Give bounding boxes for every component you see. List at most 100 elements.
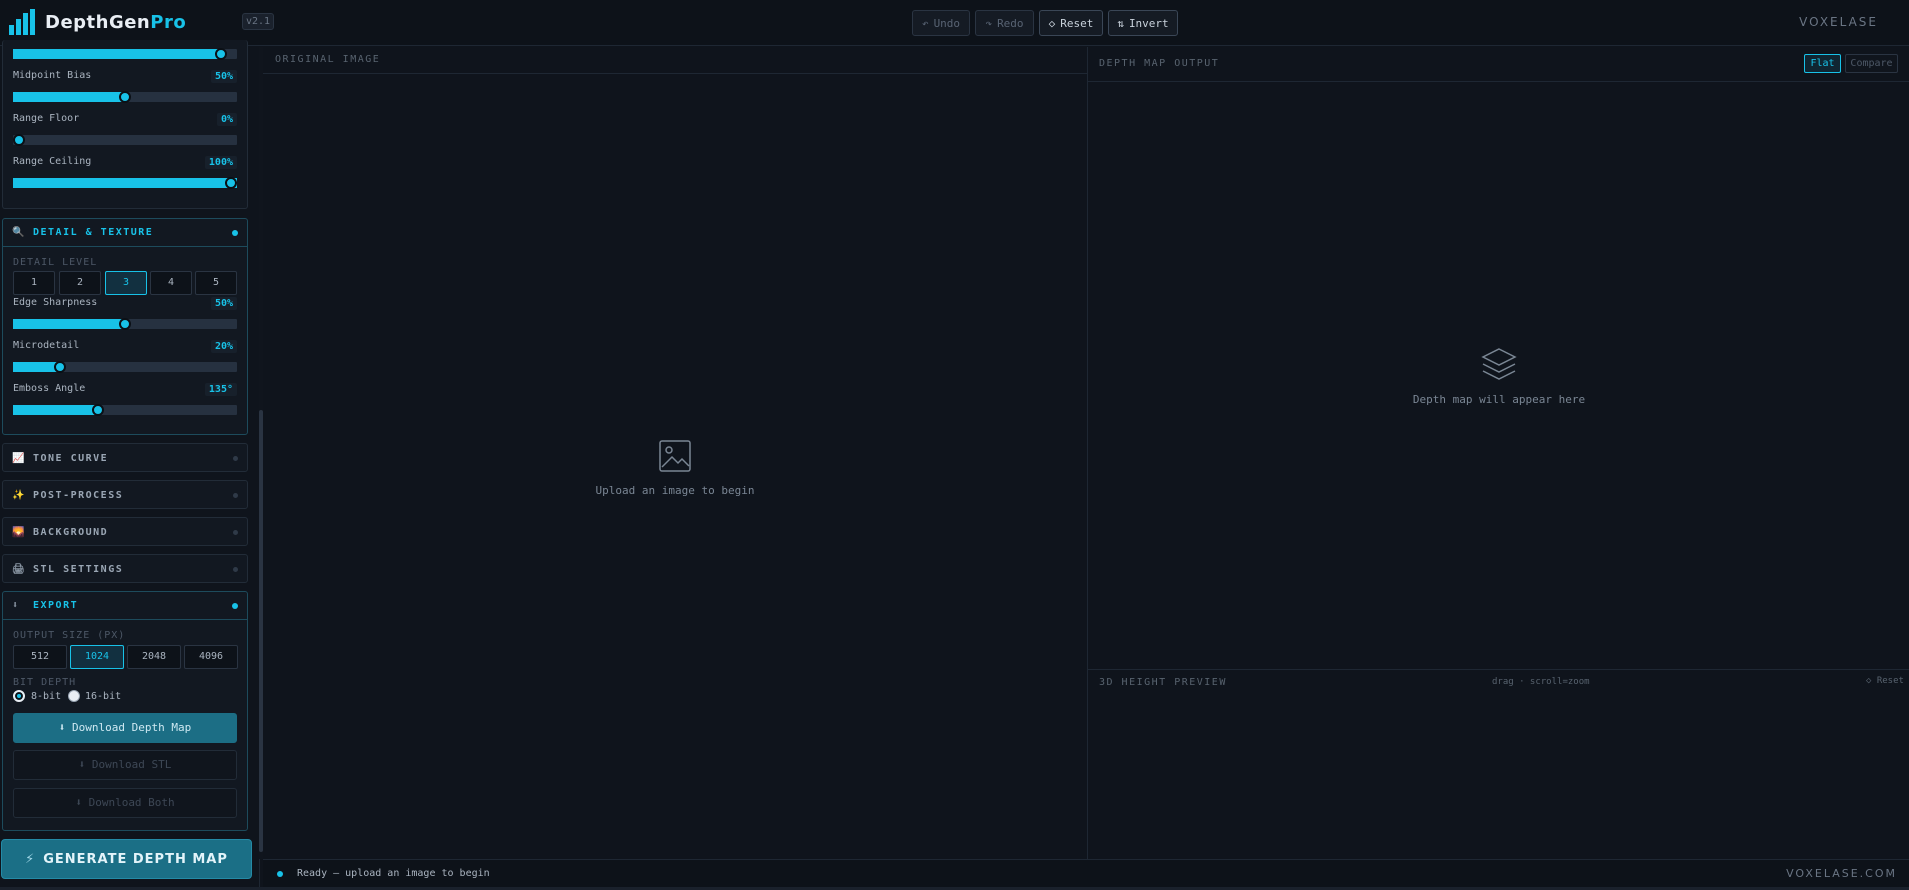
landscape-icon: 🌄 (12, 526, 26, 538)
status-bar: Ready — upload an image to begin VOXELAS… (263, 859, 1909, 887)
slider-fill (13, 405, 99, 415)
download-stl-label: Download STL (91, 758, 172, 771)
slider-fill (13, 319, 125, 329)
undo-button[interactable]: ↶ Undo (912, 10, 970, 36)
bit8-label[interactable]: 8-bit (31, 691, 61, 702)
slider-knob[interactable] (224, 177, 237, 189)
status-text: Ready — upload an image to begin (297, 868, 490, 879)
download-depth-map-label: Download Depth Map (72, 721, 192, 734)
preview-reset-button[interactable]: ◇ Reset (1866, 676, 1904, 686)
slider-fill (13, 178, 237, 188)
tone-curve-header[interactable]: 📈 TONE CURVE (3, 444, 247, 472)
generate-depth-map-button[interactable]: ⚡ GENERATE DEPTH MAP (1, 839, 252, 879)
size-512-option[interactable]: 512 (13, 645, 67, 669)
version-badge: v2.1 (242, 13, 274, 30)
curve-icon: 📈 (12, 452, 26, 464)
lightning-icon: ⚡ (25, 851, 36, 867)
range-ceiling-label: Range Ceiling (13, 156, 92, 167)
background-title: BACKGROUND (33, 526, 109, 538)
export-panel: ⬇ EXPORT OUTPUT SIZE (PX) 512 1024 2048 … (2, 591, 248, 831)
tone-curve-title: TONE CURVE (33, 452, 109, 464)
bit8-radio[interactable] (13, 690, 25, 702)
header-brand: VOXELASE (1799, 15, 1878, 29)
detail-level-3[interactable]: 3 (105, 271, 147, 295)
range-ceiling-slider[interactable] (13, 177, 237, 189)
bit16-label[interactable]: 16-bit (85, 691, 121, 702)
post-process-header[interactable]: ✨ POST-PROCESS (3, 481, 247, 509)
background-panel[interactable]: 🌄 BACKGROUND (2, 517, 248, 546)
download-both-button[interactable]: ⬇ Download Both (13, 788, 237, 818)
reset-icon: ◇ (1866, 676, 1872, 686)
emboss-angle-slider[interactable] (13, 404, 237, 416)
flat-view-button[interactable]: Flat (1804, 54, 1841, 73)
preview-hint: drag · scroll=zoom (1492, 677, 1590, 687)
top-partial-slider[interactable] (13, 48, 237, 60)
slider-fill (13, 362, 61, 372)
height-preview-title: 3D HEIGHT PREVIEW (1099, 677, 1227, 688)
detail-level-1[interactable]: 1 (13, 271, 55, 295)
reset-label: Reset (1060, 16, 1094, 30)
midpoint-bias-label: Midpoint Bias (13, 70, 92, 81)
emboss-angle-value: 135° (204, 383, 237, 396)
status-indicator-dot (277, 871, 283, 877)
size-2048-option[interactable]: 2048 (127, 645, 181, 669)
stl-settings-header[interactable]: 🖨 STL SETTINGS (3, 555, 247, 583)
reset-icon: ◇ (1048, 16, 1056, 30)
redo-button[interactable]: ↷ Redo (975, 10, 1034, 36)
detail-texture-header[interactable]: 🔍 DETAIL & TEXTURE (3, 219, 247, 247)
slider-knob[interactable] (13, 134, 26, 146)
upload-placeholder-text: Upload an image to begin (595, 484, 755, 497)
midpoint-bias-slider[interactable] (13, 91, 237, 103)
download-stl-button[interactable]: ⬇ Download STL (13, 750, 237, 780)
depth-output-title: DEPTH MAP OUTPUT (1099, 58, 1220, 69)
size-1024-option[interactable]: 1024 (70, 645, 124, 669)
image-placeholder-icon (659, 440, 691, 472)
microdetail-slider[interactable] (13, 361, 237, 373)
redo-label: Redo (997, 16, 1024, 30)
size-4096-option[interactable]: 4096 (184, 645, 238, 669)
slider-knob[interactable] (119, 91, 131, 103)
range-floor-slider[interactable] (13, 134, 237, 146)
edge-sharpness-slider[interactable] (13, 318, 237, 330)
invert-icon: ⇅ (1117, 16, 1124, 30)
download-icon: ⬇ (75, 796, 82, 809)
emboss-angle-label: Emboss Angle (13, 383, 86, 394)
undo-label: Undo (933, 16, 961, 30)
export-header[interactable]: ⬇ EXPORT (3, 592, 247, 620)
reset-button[interactable]: ◇ Reset (1039, 10, 1103, 36)
preview-divider (1088, 669, 1909, 670)
printer-icon: 🖨 (12, 563, 27, 575)
stl-settings-panel[interactable]: 🖨 STL SETTINGS (2, 554, 248, 583)
slider-knob[interactable] (119, 318, 131, 330)
section-dot (233, 455, 238, 461)
tone-curve-panel[interactable]: 📈 TONE CURVE (2, 443, 248, 472)
height-preview-canvas[interactable] (1088, 690, 1909, 858)
generate-label: GENERATE DEPTH MAP (43, 851, 228, 867)
slider-knob[interactable] (215, 48, 228, 60)
preview-reset-label: Reset (1876, 676, 1904, 686)
microdetail-value: 20% (210, 340, 237, 353)
invert-label: Invert (1128, 16, 1169, 30)
logo-accent: Pro (150, 11, 187, 33)
midpoint-bias-value: 50% (210, 70, 237, 83)
download-depth-map-button[interactable]: ⬇ Download Depth Map (13, 713, 237, 743)
bit16-radio[interactable] (68, 690, 80, 702)
original-image-title: ORIGINAL IMAGE (275, 54, 381, 65)
slider-knob[interactable] (54, 361, 67, 373)
logo-bars-icon (9, 9, 35, 35)
sidebar-scrollbar-thumb[interactable] (259, 410, 263, 852)
download-icon: ⬇ (58, 721, 66, 734)
post-process-panel[interactable]: ✨ POST-PROCESS (2, 480, 248, 509)
detail-level-4[interactable]: 4 (150, 271, 192, 295)
post-process-title: POST-PROCESS (33, 489, 124, 501)
slider-knob[interactable] (92, 404, 105, 416)
detail-level-5[interactable]: 5 (195, 271, 237, 295)
invert-button[interactable]: ⇅ Invert (1108, 10, 1178, 36)
background-header[interactable]: 🌄 BACKGROUND (3, 518, 247, 546)
logo-text: DepthGenPro (45, 12, 186, 33)
detail-level-2[interactable]: 2 (59, 271, 101, 295)
download-arrow-icon: ⬇ (12, 600, 20, 611)
range-ceiling-value: 100% (204, 156, 237, 169)
compare-view-button[interactable]: Compare (1845, 54, 1898, 73)
app-header: DepthGenPro v2.1 ↶ Undo ↷ Redo ◇ Reset ⇅ Inv… (0, 0, 1909, 46)
